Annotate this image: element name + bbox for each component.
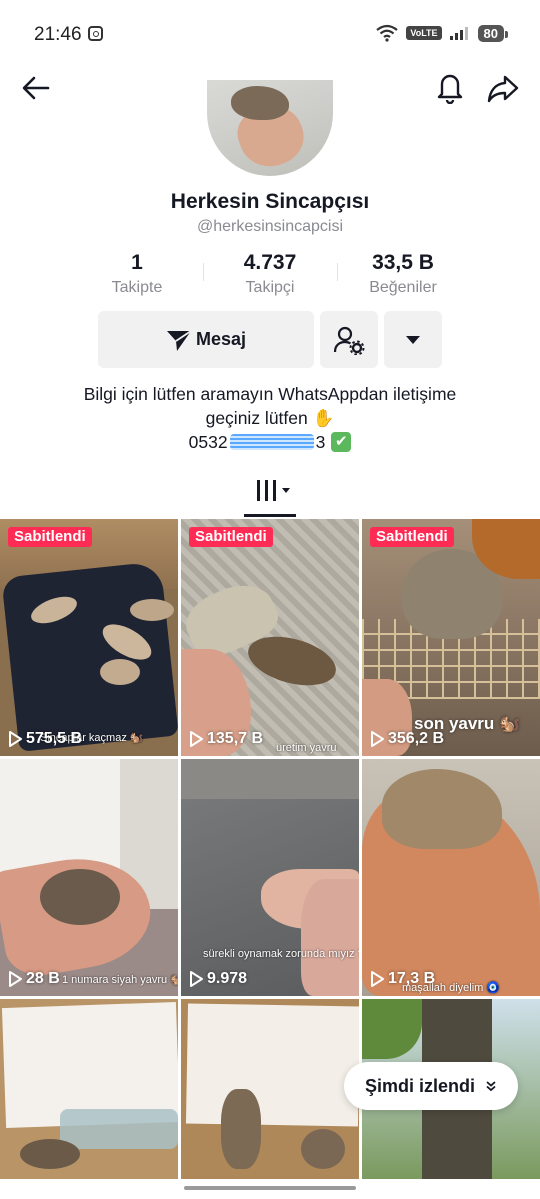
squirrel-shape (221, 1089, 261, 1169)
bio-phone-prefix: 0532 (188, 432, 228, 452)
video-thumbnail[interactable]: 1 numara siyah yavru 🐿️ 28 B (0, 759, 178, 996)
thumbnail-background (1, 561, 178, 752)
follow-settings-button[interactable] (320, 311, 378, 368)
squirrel-shape (100, 659, 140, 685)
back-arrow-icon[interactable] (20, 72, 52, 104)
wifi-icon (376, 24, 399, 42)
status-bar: 21:46 VoLTE 80 (0, 0, 540, 68)
status-indicators: VoLTE 80 (376, 24, 509, 42)
video-caption: üretim yavru (276, 742, 337, 754)
stat-divider (203, 263, 204, 281)
message-button[interactable]: Mesaj (98, 311, 314, 368)
stat-followers-value: 4.737 (243, 251, 297, 274)
user-settings-icon (333, 326, 365, 355)
stat-followers[interactable]: 4.737 Takipçi (205, 251, 335, 297)
avatar[interactable] (207, 80, 333, 176)
stat-following[interactable]: 1 Takipte (72, 251, 202, 297)
thumbnail-background (181, 759, 359, 799)
view-count-value: 28 B (26, 970, 60, 987)
share-icon[interactable] (486, 72, 520, 104)
signal-icon (449, 27, 468, 40)
view-count: 135,7 B (189, 730, 263, 748)
view-count-value: 9.978 (207, 970, 248, 987)
home-indicator[interactable] (184, 1186, 356, 1190)
play-icon (371, 971, 384, 987)
video-thumbnail[interactable]: maşallah diyelim 🧿 17,3 B (362, 759, 540, 996)
view-count-value: 135,7 B (207, 730, 264, 747)
stat-likes[interactable]: 33,5 B Beğeniler (338, 251, 468, 297)
squirrel-shape (130, 599, 174, 621)
stat-likes-label: Beğeniler (369, 279, 437, 296)
double-chevron-down-icon (486, 1081, 496, 1092)
pinned-badge: Sabitlendi (370, 527, 454, 547)
video-thumbnail[interactable]: Sabitlendi son yavru 🐿️ 356,2 B (362, 519, 540, 756)
paper-sign-shape (185, 1003, 359, 1127)
view-count: 9.978 (189, 970, 247, 988)
video-thumbnail[interactable] (0, 999, 178, 1179)
status-time: 21:46 (34, 24, 82, 45)
bottle-shape (60, 1109, 178, 1149)
arm-shape (301, 879, 359, 996)
profile-handle: @herkesinsincapcisi (196, 218, 344, 235)
video-caption: 1 numara siyah yavru 🐿️ (62, 974, 178, 986)
play-icon (371, 731, 384, 747)
profile-stats: 1 Takipte 4.737 Takipçi 33,5 B Beğeniler (0, 251, 540, 299)
caret-down-icon (406, 335, 420, 344)
view-count: 356,2 B (370, 730, 444, 748)
content-tab-bar (0, 470, 540, 518)
view-count-value: 356,2 B (388, 730, 445, 747)
bio-phone-line: 0532 3 ✔ (189, 430, 352, 454)
recently-watched-button[interactable]: Şimdi izlendi (344, 1062, 518, 1110)
bell-icon[interactable] (434, 70, 466, 104)
bio-phone-suffix: 3 (315, 432, 326, 452)
stat-followers-label: Takipçi (245, 279, 295, 296)
profile-bio: Bilgi için lütfen aramayın WhatsAppdan i… (0, 382, 540, 454)
pinned-badge: Sabitlendi (8, 527, 92, 547)
view-count: 17,3 B (370, 970, 435, 988)
video-thumbnail[interactable]: sürekli oynamak zorunda mıyız ? 9.978 (181, 759, 359, 996)
view-count-value: 17,3 B (388, 970, 436, 987)
play-icon (9, 731, 22, 747)
check-mark-icon: ✔ (331, 432, 352, 452)
videos-grid-tab-icon[interactable] (244, 470, 296, 514)
video-thumbnail[interactable]: Sabitlendi Sincaplar kaçmaz 🐿️ 575,5 B (0, 519, 178, 756)
bio-line-1: Bilgi için lütfen aramayın WhatsAppdan i… (83, 384, 457, 404)
view-count-value: 575,5 B (26, 730, 83, 747)
volte-badge: VoLTE (406, 26, 442, 40)
view-count: 575,5 B (8, 730, 82, 748)
play-icon (190, 971, 203, 987)
instagram-notification-icon (88, 26, 103, 41)
stat-following-value: 1 (131, 251, 143, 274)
video-thumbnail[interactable] (181, 999, 359, 1179)
recently-watched-label: Şimdi izlendi (364, 1075, 475, 1096)
stat-following-label: Takipte (111, 279, 163, 296)
send-icon (166, 329, 192, 351)
redaction-mark (229, 434, 314, 450)
bio-line-2: geçiniz lütfen ✋ (205, 408, 335, 428)
video-caption: sürekli oynamak zorunda mıyız ? (203, 948, 359, 960)
avatar-squirrel-shape (231, 86, 289, 120)
play-icon (9, 971, 22, 987)
battery-icon: 80 (477, 24, 509, 42)
squirrel-shape (301, 1129, 345, 1169)
message-button-label: Mesaj (195, 329, 247, 349)
squirrel-shape (40, 869, 120, 925)
pinned-badge: Sabitlendi (189, 527, 273, 547)
tab-active-underline (244, 514, 296, 517)
play-icon (190, 731, 203, 747)
more-dropdown-button[interactable] (384, 311, 442, 368)
squirrel-shape (20, 1139, 80, 1169)
profile-name: Herkesin Sincapçısı (170, 190, 370, 213)
video-thumbnail[interactable]: Sabitlendi üretim yavru 135,7 B (181, 519, 359, 756)
view-count: 28 B (8, 970, 60, 988)
stat-likes-value: 33,5 B (372, 251, 434, 274)
